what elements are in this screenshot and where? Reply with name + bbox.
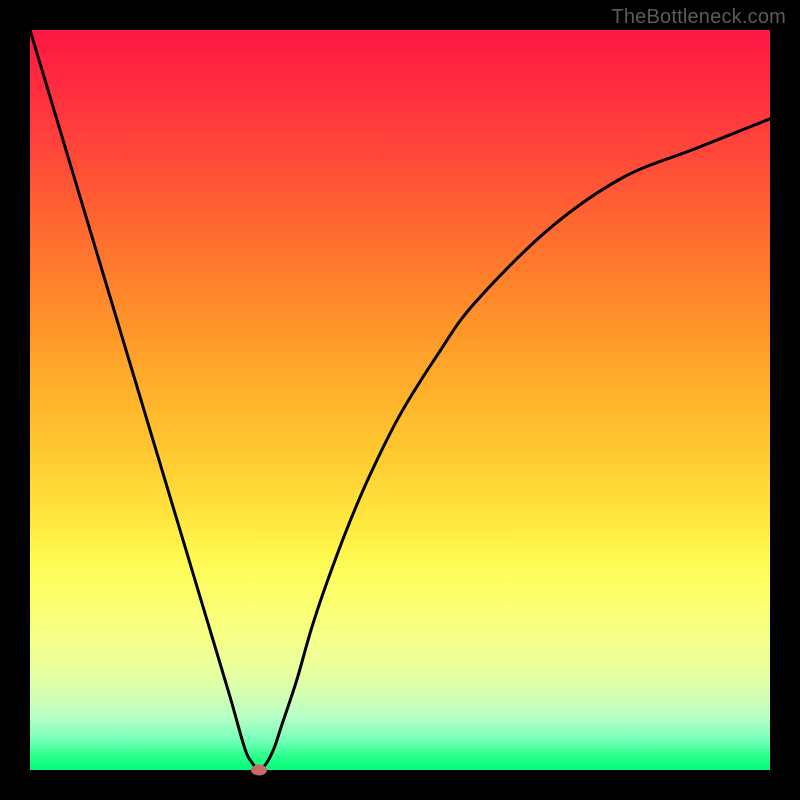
min-marker (251, 765, 267, 776)
bottleneck-curve (30, 30, 770, 770)
plot-area (30, 30, 770, 770)
watermark-text: TheBottleneck.com (611, 6, 786, 29)
chart-frame: TheBottleneck.com (0, 0, 800, 800)
curve-layer (30, 30, 770, 770)
